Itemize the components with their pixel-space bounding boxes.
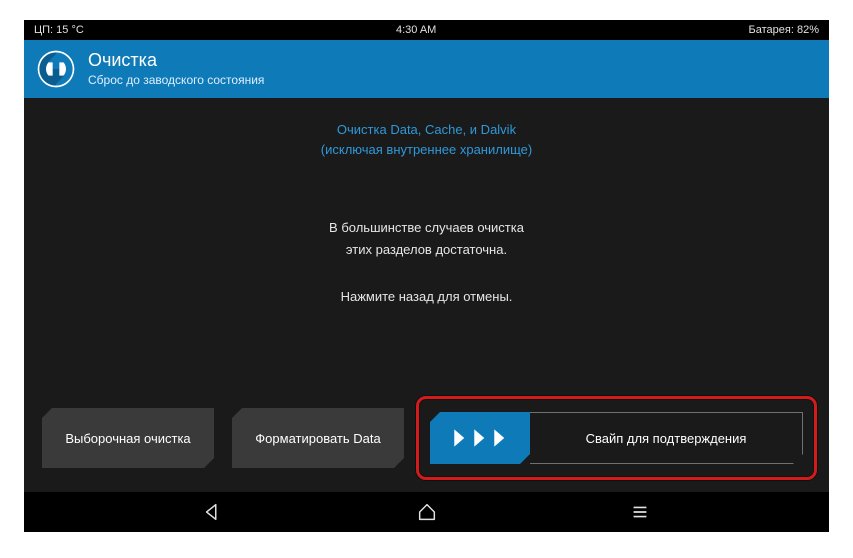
page-title: Очистка — [88, 51, 264, 71]
cancel-hint: Нажмите назад для отмены. — [341, 289, 513, 304]
accent-line: Очистка Data, Cache, и Dalvik — [321, 120, 532, 140]
info-line: В большинстве случаев очистка — [329, 217, 524, 239]
nav-menu-button[interactable] — [616, 498, 664, 526]
swipe-handle[interactable] — [430, 412, 530, 464]
home-icon — [416, 501, 438, 523]
button-label: Выборочная очистка — [65, 431, 190, 446]
status-time: 4:30 AM — [84, 24, 749, 36]
button-row: Выборочная очистка Форматировать Data Св… — [42, 402, 811, 474]
button-label: Форматировать Data — [255, 431, 380, 446]
back-icon — [202, 501, 224, 523]
title-text: Очистка Сброс до заводского состояния — [88, 51, 264, 87]
advanced-wipe-button[interactable]: Выборочная очистка — [42, 408, 214, 468]
status-battery: Батарея: 82% — [749, 24, 819, 36]
wipe-description-accent: Очистка Data, Cache, и Dalvik (исключая … — [321, 120, 532, 159]
nav-bar — [24, 492, 829, 532]
nav-home-button[interactable] — [403, 498, 451, 526]
nav-back-button[interactable] — [189, 498, 237, 526]
content-area: Очистка Data, Cache, и Dalvik (исключая … — [24, 98, 829, 492]
format-data-button[interactable]: Форматировать Data — [232, 408, 404, 468]
menu-icon — [629, 501, 651, 523]
status-cpu: ЦП: 15 °C — [34, 24, 84, 36]
status-bar: ЦП: 15 °C 4:30 AM Батарея: 82% — [24, 20, 829, 40]
page-subtitle: Сброс до заводского состояния — [88, 73, 264, 87]
chevron-right-icon — [472, 428, 488, 448]
info-line: этих разделов достаточна. — [329, 239, 524, 261]
twrp-logo-icon — [36, 49, 76, 89]
title-bar: Очистка Сброс до заводского состояния — [24, 40, 829, 98]
swipe-label: Свайп для подтверждения — [530, 431, 802, 446]
twrp-screen: ЦП: 15 °C 4:30 AM Батарея: 82% Очистка С… — [24, 20, 829, 532]
accent-line: (исключая внутреннее хранилище) — [321, 140, 532, 160]
chevron-right-icon — [492, 428, 508, 448]
swipe-confirm-group: Свайп для подтверждения — [422, 402, 811, 474]
wipe-description-main: В большинстве случаев очистка этих разде… — [329, 217, 524, 261]
chevron-right-icon — [452, 428, 468, 448]
swipe-track[interactable]: Свайп для подтверждения — [430, 412, 803, 464]
